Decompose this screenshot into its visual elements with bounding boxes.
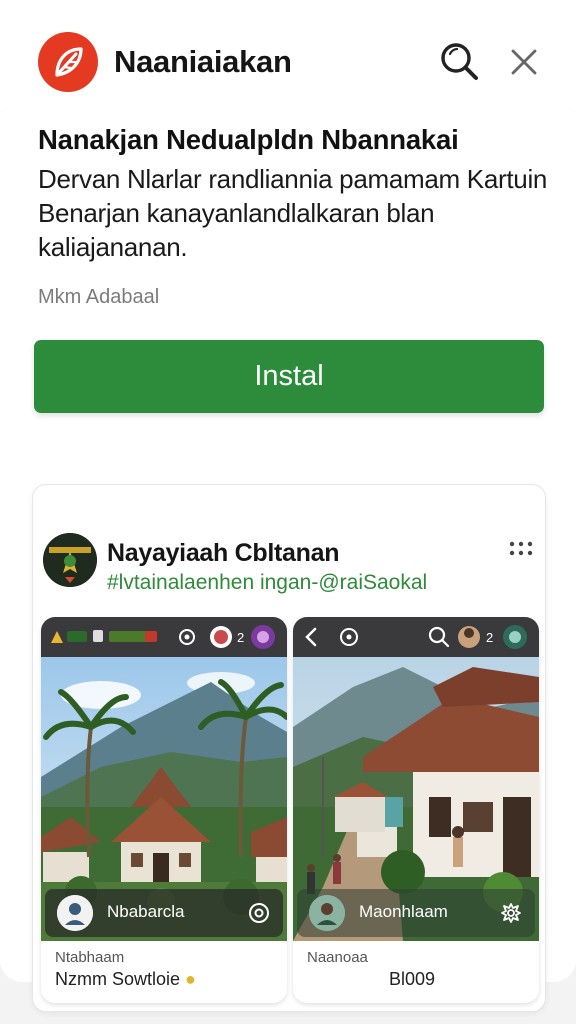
screenshot-2[interactable]: 2 Maonhlaam Naanoaa Bl009 <box>293 617 539 1003</box>
caption-text: Nzmm Sowtloie <box>55 969 181 989</box>
screenshot-caption-top: Naanoaa <box>307 949 368 966</box>
post-card: Nayayiaah Cbltanan #lvtainalaenhen ingan… <box>32 484 546 1012</box>
more-button[interactable] <box>507 539 535 559</box>
app-meta: Mkm Adabaal <box>38 286 160 308</box>
author-avatar[interactable] <box>43 533 97 587</box>
close-icon <box>511 49 537 75</box>
gear-icon[interactable] <box>499 901 523 925</box>
search-icon <box>441 43 478 80</box>
more-dots-icon <box>509 541 533 556</box>
overlay-label: Nbabarcla <box>107 902 185 921</box>
post-author[interactable]: Nayayiaah Cbltanan <box>107 539 339 568</box>
screenshot-caption-bottom: Nzmm Sowtloie ● <box>55 969 196 990</box>
overlay-avatar <box>57 895 93 931</box>
search-button[interactable] <box>438 40 480 82</box>
topbar-count: 2 <box>486 630 493 645</box>
app-title: Naaniaiakan <box>114 44 292 79</box>
screenshot-caption-bottom: Bl009 <box>389 969 436 989</box>
screenshot-topbar: 2 <box>293 617 539 657</box>
screenshot-caption-top: Ntabhaam <box>55 949 125 966</box>
screenshot-topbar: 2 <box>41 617 287 657</box>
screenshot-overlay: Maonhlaam <box>297 889 535 937</box>
app-description: Dervan Nlarlar randliannia pamamam Kartu… <box>38 164 548 262</box>
close-button[interactable] <box>508 46 540 78</box>
post-subtitle[interactable]: #lvtainalaenhen ingan-@raiSaokal <box>107 571 427 595</box>
app-bar: Naaniaiakan <box>0 0 576 112</box>
leaf-icon <box>55 47 83 77</box>
settings-circle-icon[interactable] <box>247 901 271 925</box>
screenshot-1[interactable]: 2 Nbabarcla Ntabhaam Nzmm Sowtloie ● <box>41 617 287 1003</box>
screenshot-overlay: Nbabarcla <box>45 889 283 937</box>
app-logo <box>38 32 98 92</box>
overlay-label: Maonhlaam <box>359 902 448 921</box>
install-button[interactable]: Instal <box>34 340 544 413</box>
topbar-count: 2 <box>237 630 244 645</box>
bulb-icon: ● <box>185 969 196 989</box>
app-install-page: Naaniaiakan Nanakjan Nedualpldn Nbannaka… <box>0 0 576 1024</box>
overlay-avatar <box>309 895 345 931</box>
app-headline: Nanakjan Nedualpldn Nbannakai <box>38 124 459 155</box>
